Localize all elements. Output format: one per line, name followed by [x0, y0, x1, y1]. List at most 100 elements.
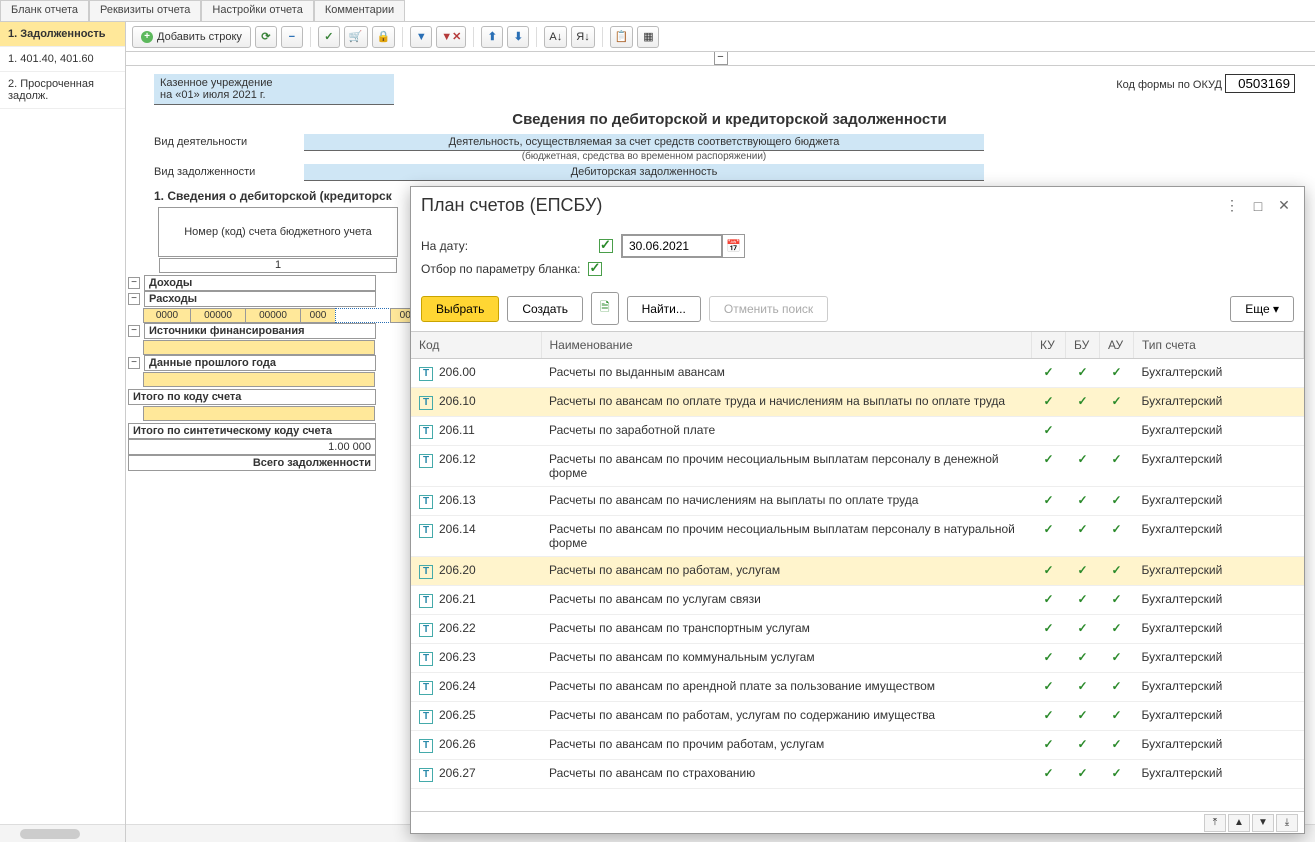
table-row[interactable]: T206.25Расчеты по авансам по работам, ус…: [411, 702, 1304, 731]
remove-row-icon[interactable]: −: [281, 26, 303, 48]
activity-value[interactable]: Деятельность, осуществляемая за счет сре…: [304, 134, 984, 151]
row-income[interactable]: Доходы: [144, 275, 376, 291]
col-au[interactable]: АУ: [1100, 332, 1134, 359]
left-scrollbar[interactable]: [0, 824, 125, 842]
table-row[interactable]: T206.21Расчеты по авансам по услугам свя…: [411, 586, 1304, 615]
accounts-grid: Код Наименование КУ БУ АУ Тип счета T206…: [411, 331, 1304, 811]
table-row[interactable]: T206.12Расчеты по авансам по прочим несо…: [411, 446, 1304, 487]
debt-value[interactable]: Дебиторская задолженность: [304, 164, 984, 181]
table-row[interactable]: T206.13Расчеты по авансам по начислениям…: [411, 487, 1304, 516]
t-badge-icon: T: [419, 425, 433, 439]
dialog-titlebar: План счетов (ЕПСБУ) ⋮ □ ✕: [411, 187, 1304, 224]
row-total-synth: Итого по синтетическому коду счета: [128, 423, 376, 439]
toggle-prev[interactable]: −: [128, 357, 140, 369]
row-prev[interactable]: Данные прошлого года: [144, 355, 376, 371]
chart-of-accounts-dialog: План счетов (ЕПСБУ) ⋮ □ ✕ На дату: 📅 Отб…: [410, 186, 1305, 834]
cell-1[interactable]: 00000: [190, 308, 246, 323]
col-ku[interactable]: КУ: [1032, 332, 1066, 359]
okud-input[interactable]: [1225, 74, 1295, 93]
arrow-down-icon[interactable]: ⬇: [507, 26, 529, 48]
cell-4-active[interactable]: [335, 308, 391, 323]
filter-label: Отбор по параметру бланка:: [421, 262, 580, 276]
col-bu[interactable]: БУ: [1066, 332, 1100, 359]
row-grand-total: Всего задолженности: [128, 455, 376, 471]
cart-icon[interactable]: 🛒: [344, 26, 368, 48]
prev-val[interactable]: [143, 372, 375, 387]
date-input-wrap: 📅: [621, 234, 745, 258]
table-row[interactable]: T206.10Расчеты по авансам по оплате труд…: [411, 388, 1304, 417]
t-badge-icon: T: [419, 396, 433, 410]
close-icon[interactable]: ✕: [1274, 196, 1294, 216]
cell-0[interactable]: 0000: [143, 308, 191, 323]
top-tabs: Бланк отчета Реквизиты отчета Настройки …: [0, 0, 1315, 22]
t-badge-icon: T: [419, 495, 433, 509]
tab-comments[interactable]: Комментарии: [314, 0, 405, 21]
chevron-down-icon: ▾: [1273, 302, 1279, 316]
nav-first-icon[interactable]: ⤒: [1204, 814, 1226, 832]
create-copy-icon[interactable]: 🗎: [591, 292, 619, 325]
lock-icon[interactable]: 🔒: [372, 26, 396, 48]
date-input[interactable]: [622, 235, 722, 257]
cell-2[interactable]: 00000: [245, 308, 301, 323]
table-row[interactable]: T206.27Расчеты по авансам по страхованию…: [411, 760, 1304, 789]
sidebar-item-overdue[interactable]: 2. Просроченная задолж.: [0, 72, 125, 109]
copy-icon[interactable]: 📋: [610, 26, 634, 48]
sidebar-item-debt[interactable]: 1. Задолженность: [0, 22, 125, 47]
table-row[interactable]: T206.26Расчеты по авансам по прочим рабо…: [411, 731, 1304, 760]
t-badge-icon: T: [419, 710, 433, 724]
col-code[interactable]: Код: [411, 332, 541, 359]
date-checkbox[interactable]: [599, 239, 613, 253]
tab-blank[interactable]: Бланк отчета: [0, 0, 89, 21]
menu-icon[interactable]: ⋮: [1222, 196, 1242, 216]
filter-icon[interactable]: ▼: [410, 26, 432, 48]
table-row[interactable]: T206.00Расчеты по выданным авансам✓✓✓Бух…: [411, 359, 1304, 388]
table-row[interactable]: T206.20Расчеты по авансам по работам, ус…: [411, 557, 1304, 586]
okud-block: Код формы по ОКУД: [1116, 74, 1295, 93]
arrow-up-icon[interactable]: ⬆: [481, 26, 503, 48]
table-row[interactable]: T206.14Расчеты по авансам по прочим несо…: [411, 516, 1304, 557]
refresh-icon[interactable]: ⟳: [255, 26, 277, 48]
grid-nav: ⤒ ▲ ▼ ⤓: [411, 811, 1304, 833]
maximize-icon[interactable]: □: [1248, 196, 1268, 216]
select-button[interactable]: Выбрать: [421, 296, 499, 322]
col-type[interactable]: Тип счета: [1134, 332, 1304, 359]
t-badge-icon: T: [419, 367, 433, 381]
table-row[interactable]: T206.11Расчеты по заработной плате✓Бухга…: [411, 417, 1304, 446]
dialog-title-text: План счетов (ЕПСБУ): [421, 195, 602, 216]
cancel-search-button: Отменить поиск: [709, 296, 828, 322]
nav-up-icon[interactable]: ▲: [1228, 814, 1250, 832]
toolbar: +Добавить строку ⟳ − ✓ 🛒 🔒 ▼ ▼✕ ⬆ ⬇ A↓ Я…: [126, 22, 1315, 52]
add-row-button[interactable]: +Добавить строку: [132, 26, 251, 48]
t-badge-icon: T: [419, 681, 433, 695]
t-badge-icon: T: [419, 623, 433, 637]
table-row[interactable]: T206.22Расчеты по авансам по транспортны…: [411, 615, 1304, 644]
find-button[interactable]: Найти...: [627, 296, 701, 322]
toggle-expense[interactable]: −: [128, 293, 140, 305]
create-button[interactable]: Создать: [507, 296, 583, 322]
toggle-sources[interactable]: −: [128, 325, 140, 337]
calendar-icon[interactable]: 📅: [722, 235, 744, 257]
filter-checkbox[interactable]: [588, 262, 602, 276]
table-row[interactable]: T206.24Расчеты по авансам по арендной пл…: [411, 673, 1304, 702]
tab-settings[interactable]: Настройки отчета: [201, 0, 313, 21]
org-block: Казенное учреждение на «01» июля 2021 г.: [154, 74, 394, 105]
sidebar-item-401[interactable]: 1. 401.40, 401.60: [0, 47, 125, 72]
filter-clear-icon[interactable]: ▼✕: [436, 26, 466, 48]
sources-val[interactable]: [143, 340, 375, 355]
nav-last-icon[interactable]: ⤓: [1276, 814, 1298, 832]
total-code-val[interactable]: [143, 406, 375, 421]
check-icon[interactable]: ✓: [318, 26, 340, 48]
table-icon[interactable]: ▦: [637, 26, 659, 48]
nav-down-icon[interactable]: ▼: [1252, 814, 1274, 832]
col-name[interactable]: Наименование: [541, 332, 1032, 359]
row-sources[interactable]: Источники финансирования: [144, 323, 376, 339]
sort-asc-icon[interactable]: A↓: [544, 26, 567, 48]
table-row[interactable]: T206.23Расчеты по авансам по коммунальны…: [411, 644, 1304, 673]
more-button[interactable]: Еще ▾: [1230, 296, 1294, 322]
collapse-bar[interactable]: [126, 52, 1315, 66]
row-expense[interactable]: Расходы: [144, 291, 376, 307]
cell-3[interactable]: 000: [300, 308, 336, 323]
tab-props[interactable]: Реквизиты отчета: [89, 0, 201, 21]
sort-desc-icon[interactable]: Я↓: [571, 26, 594, 48]
toggle-income[interactable]: −: [128, 277, 140, 289]
